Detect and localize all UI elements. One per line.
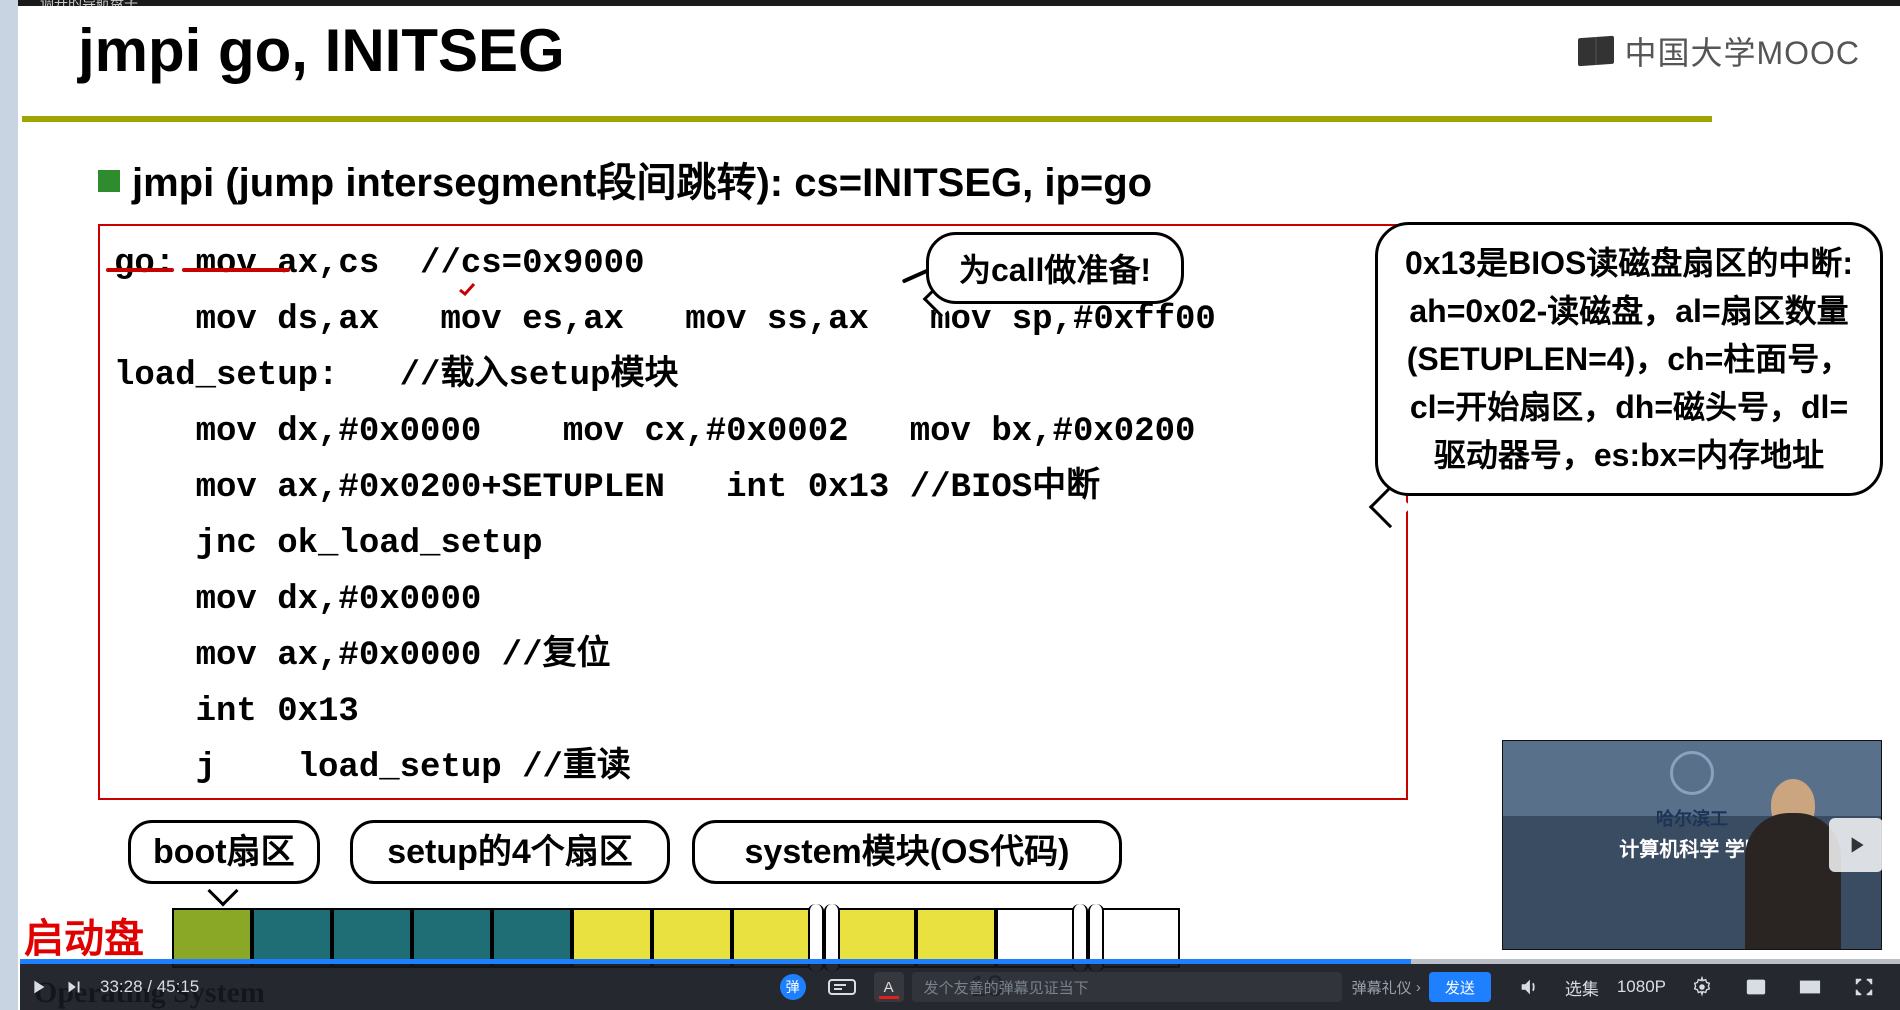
red-tick-annotation bbox=[458, 282, 476, 296]
code-line: mov dx,#0x0000 bbox=[114, 572, 1392, 628]
code-box: go: mov ax,cs //cs=0x9000 mov ds,ax mov … bbox=[98, 224, 1408, 800]
bubble-system-module: system模块(OS代码) bbox=[692, 820, 1122, 884]
bullet-text: jmpi (jump intersegment段间跳转): cs=INITSEG… bbox=[132, 150, 1152, 208]
font-style-button[interactable]: A bbox=[874, 972, 904, 1002]
book-icon bbox=[1578, 36, 1614, 67]
left-sidebar bbox=[0, 0, 18, 1010]
pip-button[interactable] bbox=[1738, 976, 1774, 998]
bullet-line: jmpi (jump intersegment段间跳转): cs=INITSEG… bbox=[98, 150, 1152, 208]
episodes-button[interactable]: 选集 bbox=[1565, 975, 1599, 1000]
wide-button[interactable] bbox=[1792, 976, 1828, 998]
next-video-button[interactable] bbox=[1829, 818, 1883, 872]
video-control-bar: 33:28 / 45:15 弹 A 发个友善的弹幕见证当下 弹幕礼仪 › 发送 … bbox=[20, 964, 1900, 1010]
danmaku-settings-icon[interactable] bbox=[828, 977, 864, 997]
send-button[interactable]: 发送 bbox=[1429, 972, 1491, 1002]
university-crest-icon bbox=[1670, 751, 1714, 795]
code-line: load_setup: //载入setup模块 bbox=[114, 348, 1392, 404]
bios-int13-annotation: 0x13是BIOS读磁盘扇区的中断: ah=0x02-读磁盘，al=扇区数量(S… bbox=[1375, 222, 1883, 496]
bullet-square-icon bbox=[98, 170, 120, 192]
code-line: int 0x13 bbox=[114, 684, 1392, 740]
mooc-logo: 中国大学MOOC bbox=[1578, 28, 1860, 74]
quality-button[interactable]: 1080P bbox=[1617, 977, 1666, 997]
slide-title: jmpi go, INITSEG bbox=[78, 16, 565, 85]
time-display: 33:28 / 45:15 bbox=[100, 977, 199, 997]
red-underline bbox=[182, 268, 290, 272]
code-line: mov dx,#0x0000 mov cx,#0x0002 mov bx,#0x… bbox=[114, 404, 1392, 460]
code-line: mov ax,#0x0200+SETUPLEN int 0x13 //BIOS中… bbox=[114, 460, 1392, 516]
picture-in-picture[interactable]: 哈尔滨工 计算机科学 学院 bbox=[1502, 740, 1882, 950]
play-button[interactable] bbox=[20, 976, 56, 998]
lecturer-body bbox=[1745, 813, 1841, 949]
bubble-setup-sectors: setup的4个扇区 bbox=[350, 820, 670, 884]
code-line: go: mov ax,cs //cs=0x9000 bbox=[114, 236, 1392, 292]
red-underline bbox=[106, 268, 174, 272]
code-line: mov ds,ax mov es,ax mov ss,ax mov sp,#0x… bbox=[114, 292, 1392, 348]
settings-button[interactable] bbox=[1684, 976, 1720, 998]
logo-text: 中国大学MOOC bbox=[1624, 28, 1860, 74]
callout-prepare-call: 为call做准备! bbox=[926, 232, 1184, 304]
danmaku-etiquette-link[interactable]: 弹幕礼仪 › bbox=[1352, 977, 1421, 998]
time-current: 33:28 bbox=[100, 977, 143, 996]
bubble-boot-sector: boot扇区 bbox=[128, 820, 320, 884]
next-button[interactable] bbox=[56, 976, 92, 998]
title-underline bbox=[22, 116, 1712, 122]
code-line: j load_setup //重读 bbox=[114, 740, 1392, 796]
code-line: jnc ok_load_setup bbox=[114, 516, 1392, 572]
danmaku-toggle[interactable]: 弹 bbox=[780, 974, 806, 1000]
fullscreen-button[interactable] bbox=[1846, 976, 1882, 998]
time-total: 45:15 bbox=[157, 977, 200, 996]
danmaku-input[interactable]: 发个友善的弹幕见证当下 bbox=[912, 972, 1342, 1002]
right-controls: 选集 1080P bbox=[1511, 975, 1900, 1000]
code-line: mov ax,#0x0000 //复位 bbox=[114, 628, 1392, 684]
boot-disk-label: 启动盘 bbox=[24, 906, 144, 964]
volume-button[interactable] bbox=[1511, 976, 1547, 998]
window-titlebar: 调开的导航盘子 bbox=[0, 0, 1900, 6]
